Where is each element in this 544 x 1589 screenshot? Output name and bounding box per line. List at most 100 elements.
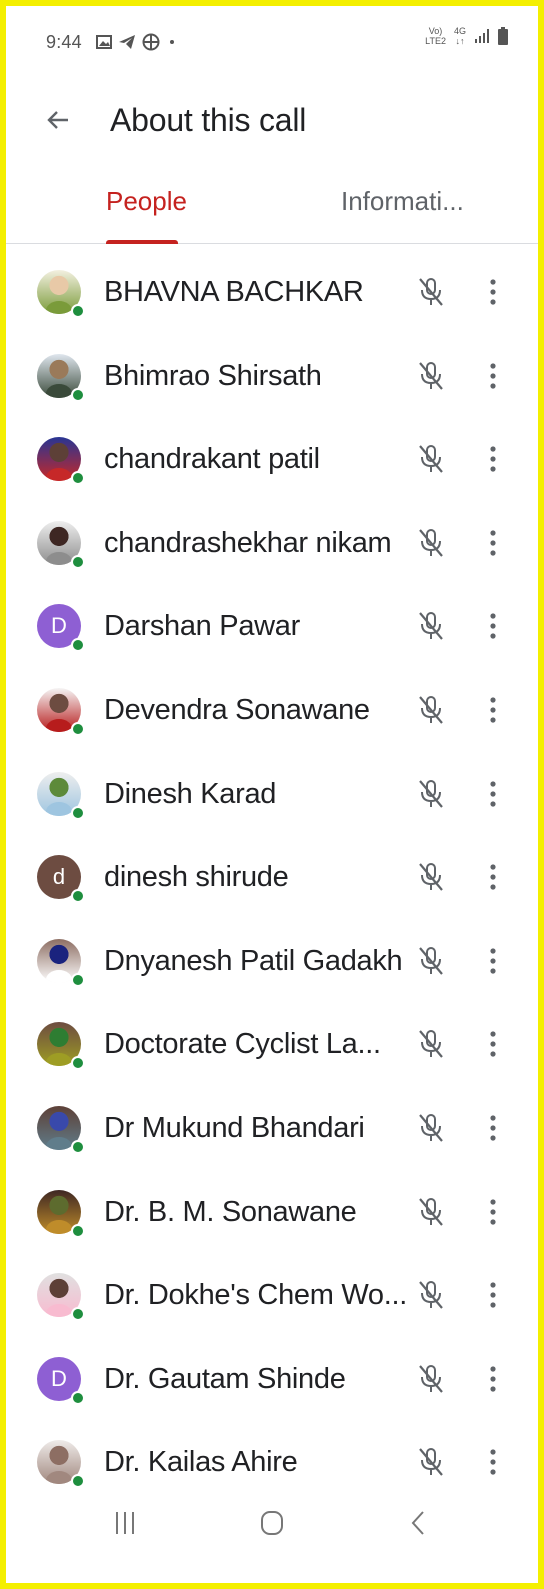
avatar-photo-body	[45, 467, 73, 482]
participant-name: chandrashekhar nikam	[104, 526, 392, 559]
avatar	[37, 520, 85, 569]
avatar-photo-body	[45, 802, 73, 816]
mic-off-icon	[419, 1197, 443, 1226]
network-indicator: 4G ↓↑	[454, 26, 466, 46]
avatar	[37, 1022, 85, 1071]
participant-name: Dr. Dokhe's Chem Wo...	[104, 1279, 407, 1312]
page-title: About this call	[110, 102, 307, 138]
more-vert-icon[interactable]	[480, 1277, 506, 1313]
presence-indicator	[71, 387, 85, 402]
avatar: D	[37, 1356, 85, 1405]
participant-name: Darshan Pawar	[104, 610, 300, 643]
avatar-photo-body	[45, 1136, 73, 1150]
avatar	[37, 437, 85, 486]
participant-name: Dinesh Karad	[104, 777, 277, 810]
more-vert-icon[interactable]	[480, 1194, 506, 1230]
mic-off-icon	[419, 863, 443, 891]
mic-off-icon	[419, 1364, 443, 1393]
volte-label: Vo)	[428, 26, 443, 36]
avatar	[37, 353, 85, 402]
participant-name: BHAVNA BACHKAR	[104, 276, 364, 308]
system-nav-bar	[6, 1486, 538, 1583]
more-vert-icon[interactable]	[480, 943, 506, 979]
avatar	[37, 1189, 85, 1238]
more-vert-icon[interactable]	[480, 859, 506, 895]
mic-off-icon	[419, 695, 443, 724]
participant-row[interactable]: Dr. Dokhe's Chem Wo...	[6, 1253, 538, 1337]
avatar	[37, 1440, 85, 1489]
participant-name: chandrakant patil	[104, 443, 320, 476]
presence-indicator	[71, 721, 85, 736]
participant-row[interactable]: chandrashekhar nikam	[6, 501, 538, 585]
mic-off-icon	[419, 278, 443, 306]
more-vert-icon[interactable]	[480, 441, 506, 477]
status-bar: 9:44 Vo) LTE2 4G ↓↑	[6, 6, 538, 68]
participant-row[interactable]: BHAVNA BACHKAR	[6, 250, 538, 334]
mic-off-icon	[419, 946, 443, 975]
avatar-photo-body	[45, 300, 73, 314]
back-icon[interactable]	[410, 1510, 426, 1536]
arrow-left-icon[interactable]	[42, 104, 74, 136]
more-vert-icon[interactable]	[480, 1110, 506, 1146]
mic-off-icon	[419, 612, 443, 641]
presence-indicator	[71, 1056, 85, 1071]
avatar	[37, 687, 85, 736]
presence-indicator	[71, 554, 85, 569]
phone-screen: 9:44 Vo) LTE2 4G ↓↑ About this call Peop…	[6, 6, 538, 1583]
status-time: 9:44	[46, 32, 82, 52]
participant-name: Devendra Sonawane	[104, 693, 370, 726]
mic-off-icon	[419, 1030, 443, 1059]
telegram-icon	[119, 35, 135, 49]
more-vert-icon[interactable]	[480, 1444, 506, 1480]
presence-indicator	[71, 1223, 85, 1238]
tab-information[interactable]: Informati...	[341, 186, 464, 217]
more-vert-icon[interactable]	[480, 776, 506, 812]
participant-row[interactable]: Dinesh Karad	[6, 752, 538, 836]
participant-row[interactable]: Dr Mukund Bhandari	[6, 1086, 538, 1170]
status-right: Vo) LTE2 4G ↓↑	[425, 26, 508, 46]
app-bar: About this call	[6, 68, 538, 168]
avatar-photo-body	[45, 551, 73, 565]
avatar	[37, 938, 85, 987]
participant-row[interactable]: d dinesh shirude	[6, 835, 538, 919]
more-vert-icon[interactable]	[480, 1026, 506, 1062]
avatar: d	[37, 855, 85, 904]
mic-off-icon	[419, 1448, 443, 1477]
recents-icon[interactable]	[114, 1510, 136, 1536]
more-vert-icon[interactable]	[480, 358, 506, 394]
mic-off-icon	[419, 445, 443, 473]
more-vert-icon[interactable]	[480, 1361, 506, 1397]
presence-indicator	[71, 1139, 85, 1154]
more-vert-icon[interactable]	[480, 608, 506, 644]
more-vert-icon[interactable]	[480, 274, 506, 310]
participant-name: Bhimrao Shirsath	[104, 359, 322, 392]
mic-off-icon	[419, 1281, 443, 1309]
participant-row[interactable]: Devendra Sonawane	[6, 668, 538, 752]
more-vert-icon[interactable]	[480, 692, 506, 728]
status-left-icons	[96, 33, 174, 51]
avatar-photo-body	[45, 1471, 73, 1485]
tab-people[interactable]: People	[106, 186, 187, 217]
data-arrows-icon: ↓↑	[455, 36, 465, 46]
participant-row[interactable]: chandrakant patil	[6, 417, 538, 501]
avatar-photo-body	[45, 384, 73, 398]
volte-indicator: Vo) LTE2	[425, 26, 446, 46]
avatar-photo-body	[45, 1220, 73, 1234]
participant-row[interactable]: Dr. B. M. Sonawane	[6, 1170, 538, 1254]
mic-off-icon	[419, 361, 443, 390]
home-icon[interactable]	[260, 1510, 284, 1536]
avatar-photo-body	[45, 969, 73, 983]
participant-row[interactable]: D Darshan Pawar	[6, 584, 538, 668]
presence-indicator	[71, 1390, 85, 1405]
mic-off-icon	[419, 779, 443, 808]
avatar: D	[37, 604, 85, 653]
battery-icon	[498, 27, 508, 45]
participant-row[interactable]: Dnyanesh Patil Gadakh	[6, 919, 538, 1003]
participant-row[interactable]: Bhimrao Shirsath	[6, 334, 538, 418]
presence-indicator	[71, 638, 85, 653]
people-list: BHAVNA BACHKAR Bhimrao Shirsath chandrakan…	[6, 250, 538, 1504]
more-vert-icon[interactable]	[480, 525, 506, 561]
participant-row[interactable]: D Dr. Gautam Shinde	[6, 1337, 538, 1421]
avatar-photo-body	[45, 1053, 73, 1067]
participant-row[interactable]: Doctorate Cyclist La...	[6, 1002, 538, 1086]
